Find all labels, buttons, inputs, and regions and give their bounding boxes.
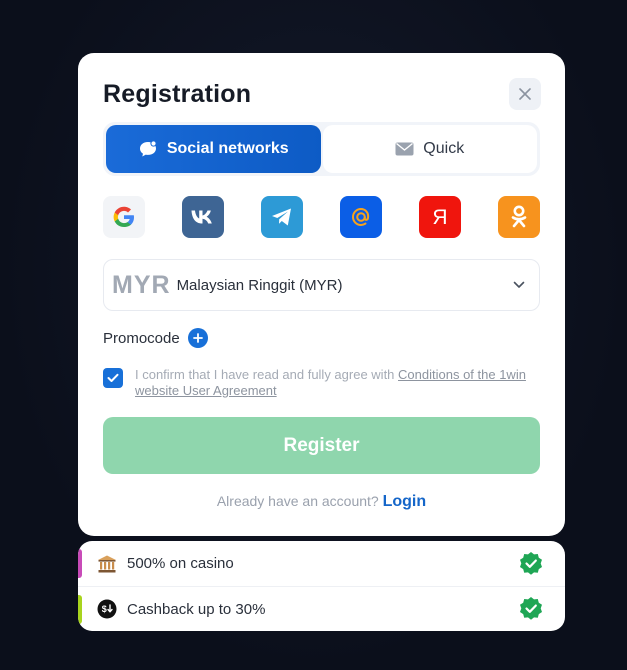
odnoklassniki-icon (511, 205, 527, 228)
modal-title: Registration (103, 80, 252, 108)
bonus-accent (78, 549, 82, 578)
agreement-row: I confirm that I have read and fully agr… (103, 367, 540, 399)
verified-badge-icon (520, 597, 542, 620)
tab-quick[interactable]: Quick (322, 125, 537, 173)
verified-badge-icon (520, 551, 542, 575)
registration-tabs: Social networks Quick (103, 122, 540, 176)
bonus-text: Cashback up to 30% (127, 600, 266, 618)
currency-code: MYR (112, 270, 171, 299)
login-prompt: Already have an account? (216, 493, 379, 509)
bonus-panel: 500% on casino $ Cashback up to 30% (78, 541, 565, 631)
bonus-item-cashback: $ Cashback up to 30% (78, 586, 565, 631)
tab-quick-label: Quick (423, 140, 465, 157)
google-login-button[interactable] (103, 196, 145, 238)
google-icon (113, 206, 134, 227)
plus-icon (192, 333, 203, 343)
yandex-login-button[interactable]: Я (419, 196, 461, 238)
agreement-checkbox[interactable] (103, 368, 123, 388)
bank-icon (97, 554, 117, 574)
mailru-login-button[interactable] (340, 196, 382, 238)
add-promocode-button[interactable] (187, 328, 208, 348)
vk-login-button[interactable] (182, 196, 224, 238)
close-icon (519, 88, 531, 100)
close-button[interactable] (509, 78, 541, 110)
tab-social-networks-label: Social networks (166, 140, 289, 157)
yandex-icon: Я (432, 206, 447, 229)
chevron-down-icon (513, 281, 525, 288)
login-link[interactable]: Login (383, 493, 427, 510)
bonus-item-casino: 500% on casino (78, 541, 565, 586)
registration-modal: Registration Social networks Quick Я MYR… (78, 53, 565, 536)
telegram-icon (272, 208, 291, 226)
telegram-login-button[interactable] (261, 196, 303, 238)
agreement-statement: I confirm that I have read and fully agr… (135, 367, 399, 382)
login-prompt-row: Already have an account? Login (78, 493, 565, 511)
vk-icon (191, 210, 212, 224)
mail-at-icon (351, 207, 370, 227)
checkmark-icon (107, 373, 119, 382)
envelope-icon (395, 142, 414, 156)
cashback-icon: $ (97, 599, 117, 619)
currency-select[interactable]: MYR Malaysian Ringgit (MYR) (103, 259, 540, 311)
promocode-label: Promocode (103, 329, 180, 347)
social-login-row: Я (103, 196, 540, 238)
bonus-text: 500% on casino (127, 555, 234, 572)
odnoklassniki-login-button[interactable] (498, 196, 540, 238)
agreement-text: I confirm that I have read and fully agr… (135, 367, 540, 399)
currency-name: Malaysian Ringgit (MYR) (176, 276, 343, 294)
svg-text:Я: Я (432, 206, 447, 229)
tab-social-networks[interactable]: Social networks (106, 125, 321, 173)
svg-text:$: $ (102, 604, 107, 614)
promocode-row: Promocode (103, 328, 208, 348)
bonus-accent (78, 595, 82, 624)
register-button[interactable]: Register (103, 417, 540, 474)
chat-bubble-icon (139, 140, 157, 157)
